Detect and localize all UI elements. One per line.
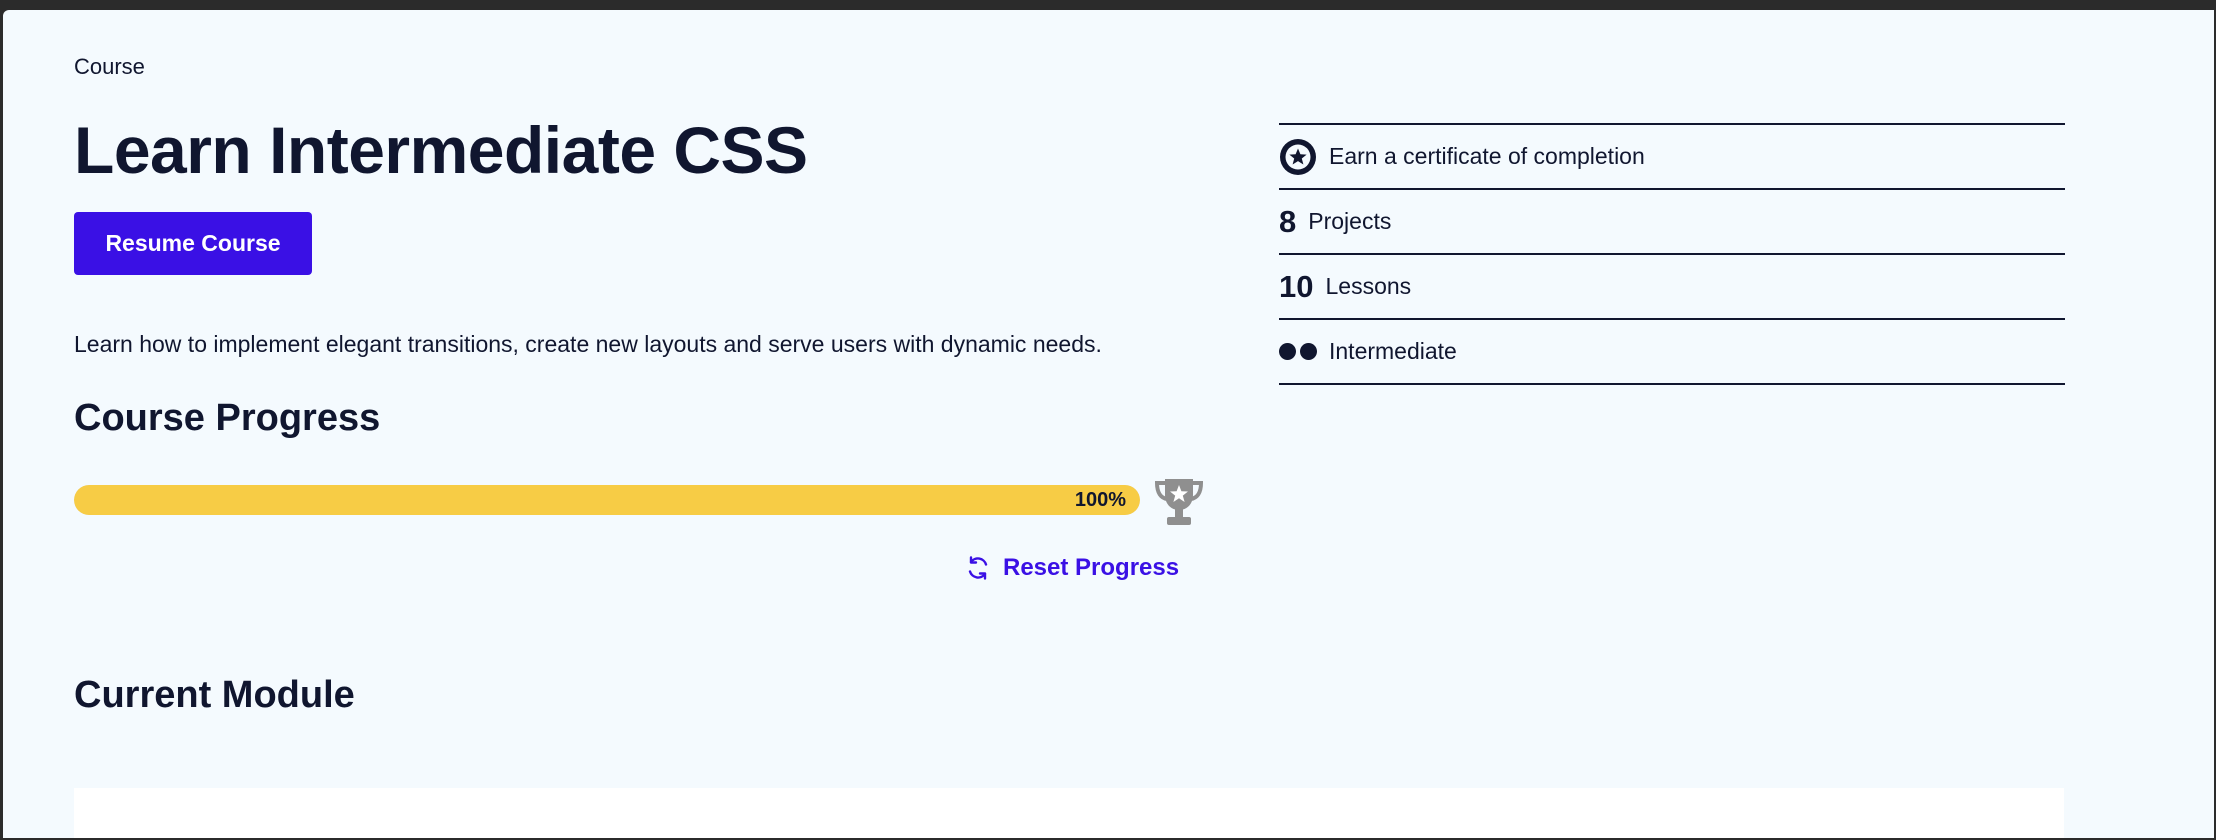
meta-level-label: Intermediate <box>1329 338 1457 364</box>
meta-projects: 8 Projects <box>1279 190 2065 255</box>
meta-lessons-label: Lessons <box>1325 273 1412 299</box>
progress-percent-label: 100% <box>1074 489 1126 511</box>
difficulty-dots-icon <box>1279 343 1317 360</box>
meta-lessons: 10 Lessons <box>1279 255 2065 320</box>
meta-certificate: Earn a certificate of completion <box>1279 125 2065 190</box>
progress-bar: 100% <box>74 485 1140 515</box>
meta-level: Intermediate <box>1279 320 2065 385</box>
trophy-icon <box>1154 479 1204 525</box>
reset-progress-label: Reset Progress <box>1003 554 1180 581</box>
course-meta-list: Earn a certificate of completion 8 Proje… <box>1279 123 2065 385</box>
meta-projects-count: 8 <box>1279 204 1297 239</box>
difficulty-dot <box>1300 343 1317 360</box>
course-progress-heading: Course Progress <box>74 397 381 439</box>
course-page: Course Learn Intermediate CSS Resume Cou… <box>3 10 2214 838</box>
meta-certificate-label: Earn a certificate of completion <box>1329 143 1645 169</box>
difficulty-dot <box>1279 343 1296 360</box>
meta-projects-label: Projects <box>1308 208 1392 234</box>
page-title: Learn Intermediate CSS <box>74 113 808 187</box>
reset-progress-link[interactable]: Reset Progress <box>965 550 1179 586</box>
course-description: Learn how to implement elegant transitio… <box>74 331 1102 357</box>
progress-bar-fill <box>74 485 1140 515</box>
refresh-icon <box>968 556 988 580</box>
current-module-card <box>74 788 2064 838</box>
current-module-heading: Current Module <box>74 674 355 716</box>
course-eyebrow: Course <box>74 54 145 79</box>
resume-course-button[interactable]: Resume Course <box>74 212 312 275</box>
meta-lessons-count: 10 <box>1279 269 1314 304</box>
certificate-icon <box>1280 138 1316 175</box>
